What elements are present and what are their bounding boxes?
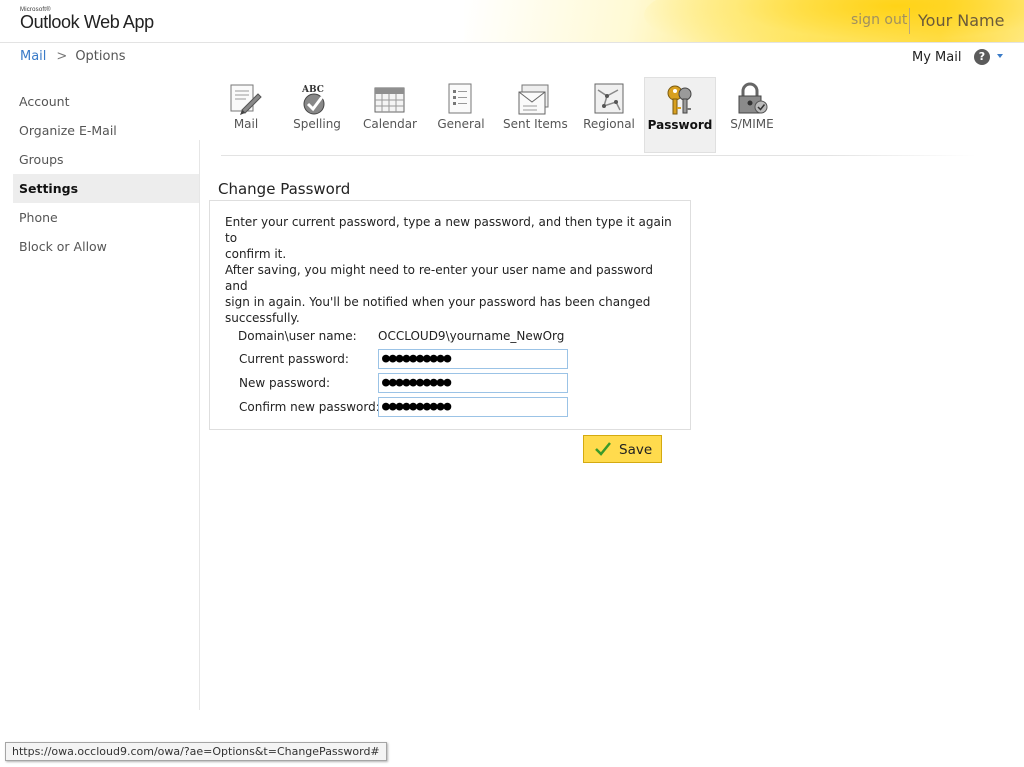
note-text-line: After saving, you might need to re-enter… [225,263,654,293]
tab-smime-label: S/MIME [730,117,774,131]
tab-regional-label: Regional [583,117,635,131]
intro-text-line: confirm it. [225,247,287,261]
save-button-label: Save [619,442,653,458]
checkmark-icon [595,442,611,456]
sidebar-item-phone[interactable]: Phone [13,203,199,232]
mail-options-icon [230,84,262,115]
tab-calendar-label: Calendar [363,117,417,131]
breadcrumb-options: Options [75,49,126,64]
tab-password-label: Password [647,118,713,132]
note-text-line: sign in again. You'll be notified when y… [225,295,651,309]
save-button[interactable]: Save [583,435,662,463]
help-dropdown-arrow-icon[interactable] [997,54,1003,58]
sidebar-item-groups[interactable]: Groups [13,145,199,174]
tab-general-label: General [437,117,485,131]
tab-spelling[interactable]: ABC Spelling [287,77,347,151]
intro-text-line: Enter your current password, type a new … [225,215,672,245]
header-separator [0,42,1024,43]
spelling-icon: ABC [301,85,325,115]
toolbar-separator [221,155,976,156]
breadcrumb: Mail > Options [20,49,125,64]
regional-icon [594,83,624,114]
user-name[interactable]: Your Name [918,11,1004,30]
sign-out-link[interactable]: sign out [851,12,907,28]
app-header: Microsoft® Outlook Web App sign out Your… [0,0,1024,42]
page-title: Change Password [218,180,351,198]
calendar-icon [374,87,405,113]
sidebar-item-organize-email[interactable]: Organize E-Mail [13,116,199,145]
my-mail-link[interactable]: My Mail [912,50,961,65]
sidebar-divider [199,140,200,710]
header-divider [909,8,910,34]
breadcrumb-separator: > [56,49,68,64]
current-password-label: Current password: [239,352,349,366]
new-password-label: New password: [239,376,331,390]
tab-smime[interactable]: S/MIME [723,77,781,151]
intro-text: Enter your current password, type a new … [225,214,675,262]
brand-title: Outlook Web App [20,12,154,32]
domain-user-value: OCCLOUD9\yourname_NewOrg [378,329,565,343]
tab-regional[interactable]: Regional [581,77,637,151]
sidebar-item-block-or-allow[interactable]: Block or Allow [13,232,199,261]
tab-calendar[interactable]: Calendar [361,77,419,151]
sent-items-icon [518,84,549,115]
tab-spelling-label: Spelling [293,117,341,131]
confirm-password-field[interactable]: ●●●●●●●●●● [378,397,568,417]
spelling-icon-abc: ABC [301,85,324,95]
browser-status-bar: https://owa.occloud9.com/owa/?ae=Options… [5,742,387,761]
tab-sent-items-label: Sent Items [503,117,568,131]
app-logo: Microsoft® Outlook Web App [20,7,154,33]
tab-password[interactable]: Password [644,77,716,153]
options-sidebar: Account Organize E-Mail Groups Settings … [13,87,199,261]
current-password-field[interactable]: ●●●●●●●●●● [378,349,568,369]
sidebar-item-account[interactable]: Account [13,87,199,116]
note-text: After saving, you might need to re-enter… [225,262,675,326]
password-icon [667,85,692,115]
help-icon[interactable]: ? [974,49,990,65]
change-password-panel: Enter your current password, type a new … [209,200,691,430]
tab-mail[interactable]: Mail [221,77,271,151]
tab-general[interactable]: General [435,77,487,151]
tab-mail-label: Mail [233,117,259,131]
general-icon [448,83,472,114]
breadcrumb-mail-link[interactable]: Mail [20,49,46,64]
note-text-line: successfully. [225,311,300,325]
domain-user-label: Domain\user name: [238,329,357,343]
new-password-field[interactable]: ●●●●●●●●●● [378,373,568,393]
confirm-password-label: Confirm new password: [239,400,380,414]
smime-icon [738,82,768,114]
sidebar-item-settings[interactable]: Settings [13,174,199,203]
tab-sent-items[interactable]: Sent Items [503,77,568,151]
